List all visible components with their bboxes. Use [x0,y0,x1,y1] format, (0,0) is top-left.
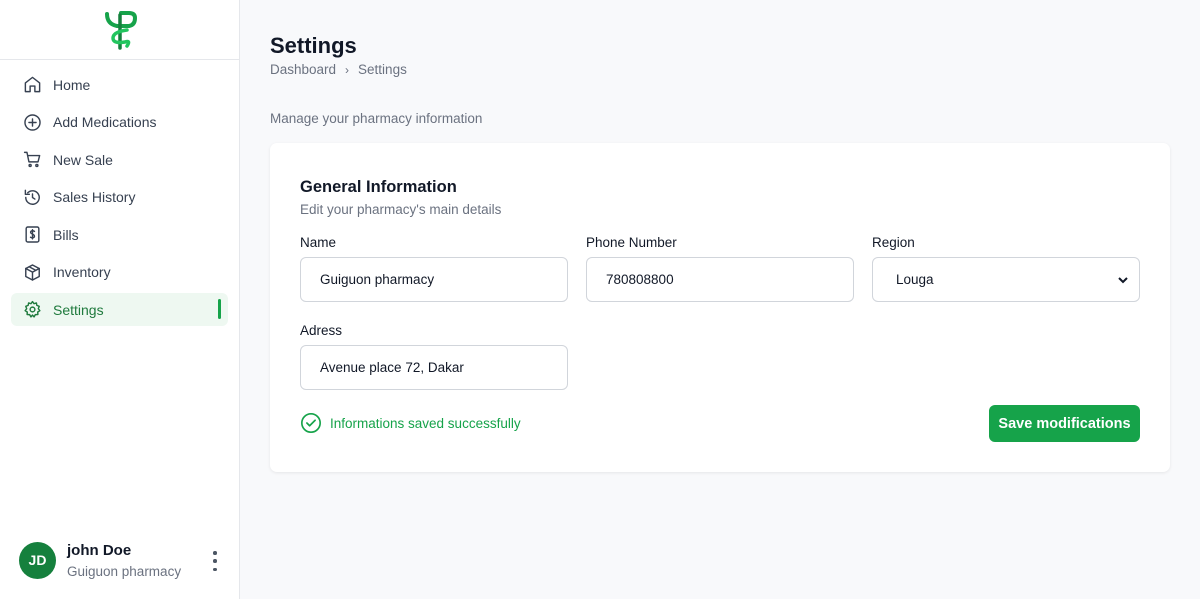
chevron-right-icon: › [345,62,350,77]
chevron-down-icon [1118,276,1128,283]
cart-icon [22,150,42,170]
name-input[interactable] [300,257,568,302]
sidebar-item-home[interactable]: Home [11,68,228,101]
address-field: Adress [300,323,568,390]
user-info: john Doe Guiguon pharmacy [67,542,181,579]
region-label: Region [872,235,915,250]
sidebar-item-label: Add Medications [53,114,157,130]
phone-input[interactable] [586,257,854,302]
plus-circle-icon [22,112,42,132]
sidebar-item-label: Settings [53,301,104,318]
breadcrumb: Dashboard › Settings [270,62,407,77]
sidebar-item-new-sale[interactable]: New Sale [11,143,228,176]
active-indicator [218,299,221,319]
user-profile: JD john Doe Guiguon pharmacy [0,521,240,599]
save-button[interactable]: Save modifications [989,405,1140,442]
box-icon [22,262,42,282]
avatar: JD [19,541,56,579]
sidebar-nav: Home Add Medications New Sale Sales Hist… [0,60,239,339]
breadcrumb-dashboard[interactable]: Dashboard [270,62,336,77]
page-description: Manage your pharmacy information [270,111,483,126]
bill-icon [22,225,42,245]
success-message: Informations saved successfully [300,412,521,434]
region-selected-value: Louga [896,272,934,287]
sidebar-item-sales-history[interactable]: Sales History [11,181,228,214]
address-input[interactable] [300,345,568,390]
pharmacy-logo-icon [104,10,137,50]
user-name: john Doe [67,541,132,559]
more-vertical-icon[interactable] [210,551,220,571]
general-information-card: General Information Edit your pharmacy's… [270,143,1170,472]
name-field: Name [300,235,568,302]
check-circle-icon [301,413,321,433]
sidebar-item-bills[interactable]: Bills [11,218,228,251]
sidebar-item-label: Inventory [53,264,111,280]
name-label: Name [300,235,337,250]
sidebar-item-add-medications[interactable]: Add Medications [11,106,228,139]
page-title: Settings [270,33,357,58]
logo-area [0,0,239,60]
phone-label: Phone Number [586,235,677,250]
sidebar-item-label: Bills [53,226,79,243]
breadcrumb-settings: Settings [358,62,407,77]
address-label: Adress [300,323,343,338]
success-text: Informations saved successfully [330,415,521,431]
home-icon [22,75,42,95]
sidebar-item-label: New Sale [53,151,113,168]
card-subtitle: Edit your pharmacy's main details [300,202,502,217]
history-icon [22,187,42,207]
sidebar-item-settings[interactable]: Settings [11,293,228,326]
phone-field: Phone Number [586,235,854,302]
region-select[interactable]: Louga [872,257,1140,302]
gear-icon [22,300,42,320]
sidebar-item-inventory[interactable]: Inventory [11,256,228,289]
card-title: General Information [300,178,457,196]
sidebar: Home Add Medications New Sale Sales Hist… [0,0,240,599]
sidebar-item-label: Home [53,76,91,93]
sidebar-item-label: Sales History [53,189,136,205]
user-pharmacy: Guiguon pharmacy [67,563,182,579]
region-field: Region Louga [872,235,1140,302]
